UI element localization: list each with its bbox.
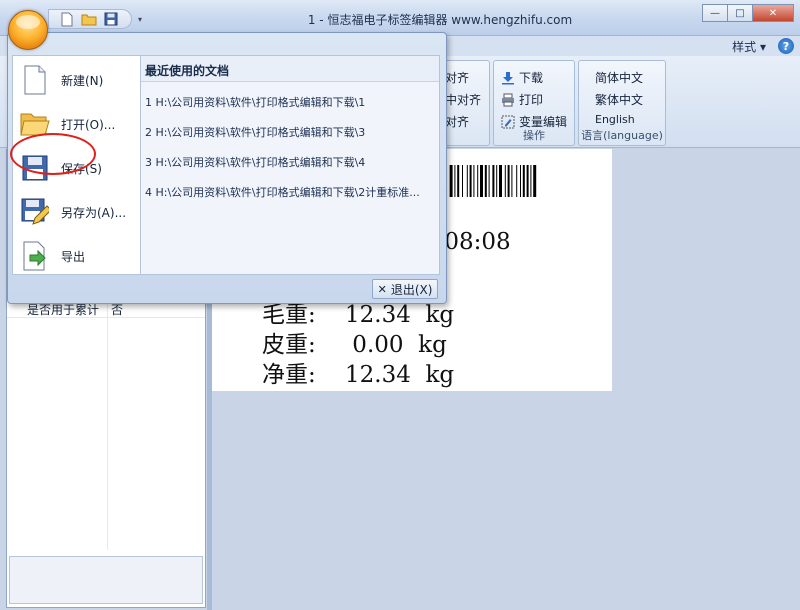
barcode-bar xyxy=(473,165,475,197)
language-group-label: 语言(language) xyxy=(581,129,663,142)
recent-document-4[interactable]: 4 H:\公司用资料\软件\打印格式编辑和下载\2计重标准... xyxy=(145,184,437,200)
barcode-bar xyxy=(520,165,521,197)
property-column-divider xyxy=(107,300,108,550)
property-description-box xyxy=(9,556,203,604)
barcode-bar xyxy=(492,165,495,197)
operation-group: 下载 打印 变量编辑 操作 xyxy=(493,60,575,146)
barcode-bar xyxy=(511,165,513,197)
label-tare-weight[interactable]: 皮重: 0.00 kg xyxy=(262,325,447,359)
save-as-icon xyxy=(19,196,51,228)
lang-simplified-chinese[interactable]: 简体中文 xyxy=(595,69,643,86)
barcode-bar xyxy=(477,165,479,197)
align-item-3[interactable]: 对齐 xyxy=(445,113,469,130)
menu-new[interactable]: 新建(N) xyxy=(19,60,143,100)
menu-open-label: 打开(O)... xyxy=(61,117,116,132)
barcode-bar xyxy=(533,165,537,197)
barcode-bar xyxy=(526,165,529,197)
open-highlight-circle xyxy=(10,133,96,175)
align-item-2[interactable]: 中对齐 xyxy=(445,91,481,108)
printer-icon xyxy=(500,92,516,108)
new-document-icon xyxy=(19,64,51,96)
operation-group-label: 操作 xyxy=(523,129,545,142)
exit-icon: ✕ xyxy=(377,282,387,296)
barcode-bar xyxy=(449,165,453,197)
align-item-1[interactable]: 对齐 xyxy=(445,69,469,86)
barcode-bar xyxy=(496,165,498,197)
barcode-bar xyxy=(462,165,463,197)
barcode-bar xyxy=(480,165,483,197)
lang-traditional-chinese[interactable]: 繁体中文 xyxy=(595,91,643,108)
barcode-bar xyxy=(522,165,525,197)
title-bar: ▾ 1 - 恒志福电子标签编辑器 www.hengzhifu.com — □ ✕ xyxy=(0,0,800,36)
barcode-bar xyxy=(530,165,532,197)
menu-export-label: 导出 xyxy=(61,249,86,264)
barcode-bar xyxy=(499,165,502,197)
barcode-bar xyxy=(466,165,468,197)
qat-dropdown-icon[interactable]: ▾ xyxy=(138,15,142,24)
new-doc-icon[interactable] xyxy=(59,11,75,27)
menu-export[interactable]: 导出 xyxy=(19,236,143,276)
recent-documents-header: 最近使用的文档 xyxy=(141,56,439,82)
print-button[interactable]: 打印 xyxy=(500,91,543,108)
download-button[interactable]: 下载 xyxy=(500,69,543,86)
barcode-bar xyxy=(504,165,506,197)
print-label: 打印 xyxy=(519,93,544,107)
recent-documents-panel: 最近使用的文档 1 H:\公司用资料\软件\打印格式编辑和下载\1 2 H:\公… xyxy=(140,55,440,275)
menu-save-as[interactable]: 另存为(A)... xyxy=(19,192,143,232)
barcode-bar xyxy=(469,165,472,197)
quick-access-toolbar xyxy=(48,9,132,29)
window-title: 1 - 恒志福电子标签编辑器 www.hengzhifu.com xyxy=(307,13,573,27)
barcode-bar xyxy=(457,165,460,197)
exit-label: 退出(X) xyxy=(390,282,433,297)
save-disk-icon[interactable] xyxy=(103,11,119,27)
application-menu: 新建(N) 打开(O)... 保存(S) 另存为(A)... 导出 最近使用的文… xyxy=(7,32,447,304)
exit-button[interactable]: ✕ 退出(X) xyxy=(372,279,438,299)
recent-document-3[interactable]: 3 H:\公司用资料\软件\打印格式编辑和下载\4 xyxy=(145,154,437,170)
lang-english[interactable]: English xyxy=(595,113,635,126)
recent-document-1[interactable]: 1 H:\公司用资料\软件\打印格式编辑和下载\1 xyxy=(145,94,437,110)
barcode-bar xyxy=(488,165,490,197)
recent-document-2[interactable]: 2 H:\公司用资料\软件\打印格式编辑和下载\3 xyxy=(145,124,437,140)
maximize-button[interactable]: □ xyxy=(727,4,753,22)
menu-new-label: 新建(N) xyxy=(61,73,104,88)
help-icon[interactable]: ? xyxy=(778,38,794,54)
minimize-button[interactable]: — xyxy=(702,4,728,22)
menu-save-as-label: 另存为(A)... xyxy=(61,205,127,220)
barcode-bar xyxy=(484,165,487,197)
barcode-bar xyxy=(454,165,456,197)
export-icon xyxy=(19,240,51,272)
barcode-bar xyxy=(516,165,518,197)
style-menu[interactable]: 样式 ▾ xyxy=(732,38,766,55)
barcode[interactable] xyxy=(442,165,602,197)
barcode-bar xyxy=(507,165,510,197)
application-menu-button[interactable] xyxy=(8,10,48,50)
language-group: 简体中文 繁体中文 English 语言(language) xyxy=(578,60,666,146)
close-button[interactable]: ✕ xyxy=(752,4,794,22)
orb-shine xyxy=(16,15,40,29)
label-net-weight[interactable]: 净重: 12.34 kg xyxy=(262,355,454,389)
open-folder-icon[interactable] xyxy=(81,11,97,27)
download-icon xyxy=(500,70,516,86)
download-label: 下载 xyxy=(519,71,544,85)
